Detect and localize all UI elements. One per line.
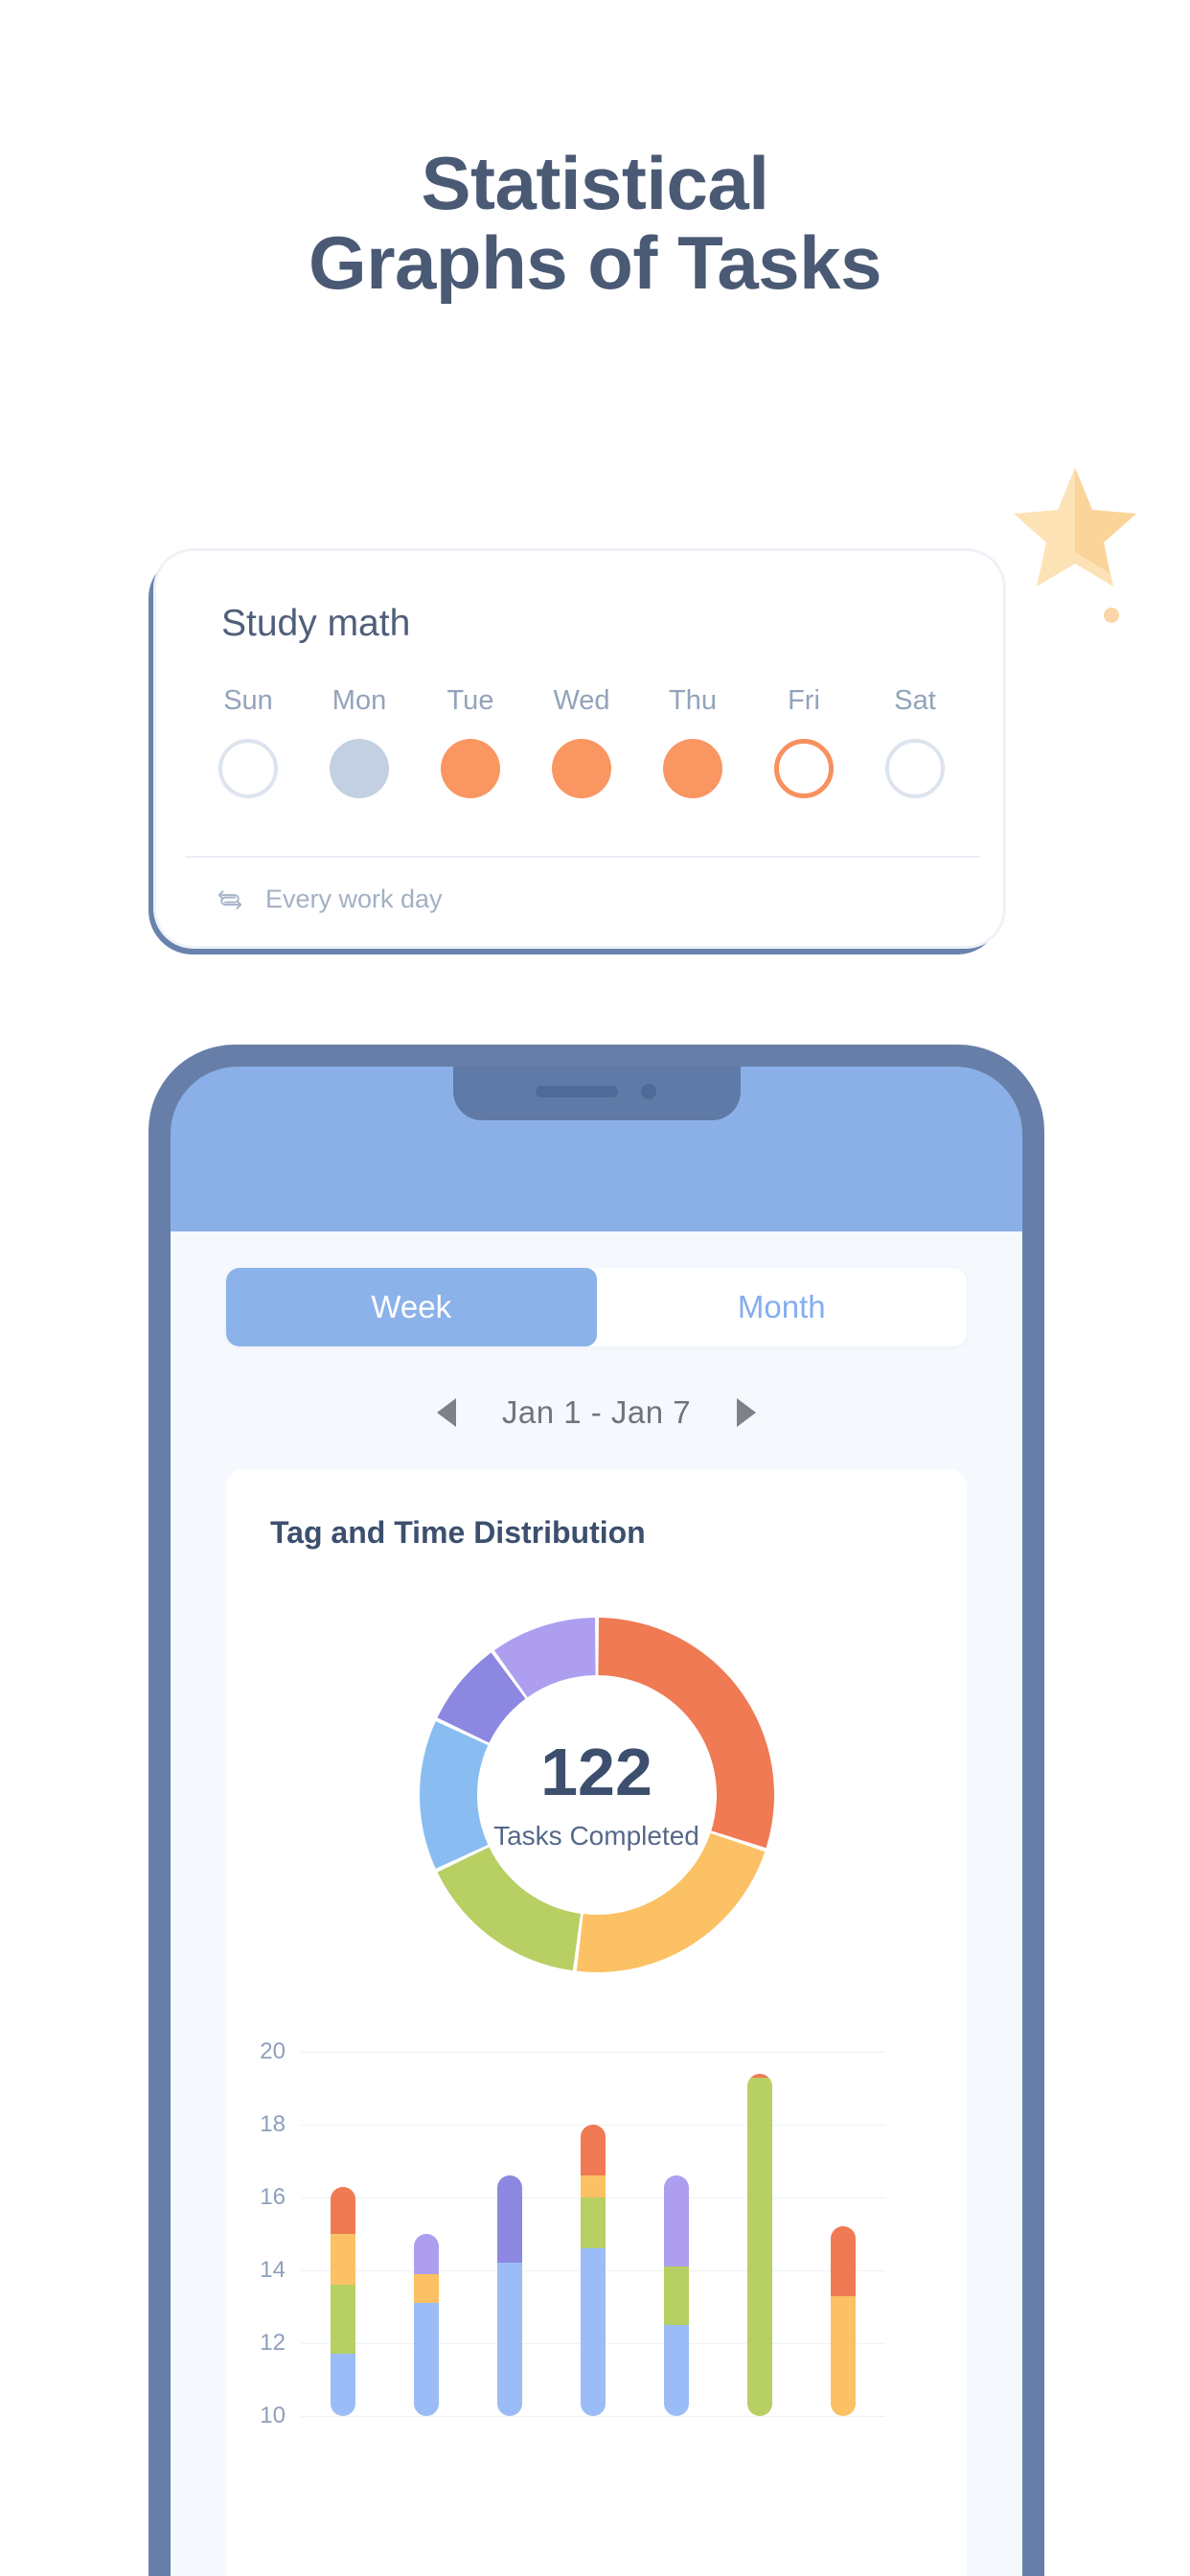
day-column[interactable]: Thu [643,685,743,798]
bar-segment [413,2273,439,2304]
day-column[interactable]: Mon [309,685,409,798]
tab-month[interactable]: Month [597,1268,968,1346]
donut-slice[interactable] [597,1618,774,1849]
app-store-screenshot: Statistical Graphs of Tasks Study math S… [0,0,1190,2576]
day-status-dot[interactable] [218,739,278,798]
day-status-dot[interactable] [885,739,945,798]
bar-segment [831,2226,857,2296]
bar-segment [581,2175,606,2198]
app-content: Week Month Jan 1 - Jan 7 Tag and Time Di… [171,1231,1022,2576]
bar-segment [330,2285,355,2355]
y-axis-tick: 12 [260,2330,286,2356]
star-decoration-icon [996,460,1140,594]
bar-segment [330,2234,355,2286]
day-label: Thu [669,685,717,716]
bar-column[interactable] [581,2125,606,2416]
tab-week[interactable]: Week [226,1268,597,1346]
y-axis-tick: 10 [260,2403,286,2428]
bar-column[interactable] [747,2073,773,2416]
donut-slice[interactable] [576,1832,765,1972]
caret-left-icon[interactable] [436,1398,456,1427]
day-status-dot[interactable] [663,739,722,798]
bar-column[interactable] [330,2186,355,2416]
donut-chart[interactable]: 122 Tasks Completed [396,1594,798,1996]
bar-segment [496,2263,522,2416]
bar-segment [330,2186,355,2235]
phone-notch [452,1067,741,1120]
y-axis-tick: 14 [260,2257,286,2283]
period-tabs: Week Month [226,1268,967,1346]
page-title: Statistical Graphs of Tasks [0,144,1190,302]
bar-segment [330,2354,355,2416]
task-card[interactable]: Study math Sun Mon Tue Wed Thu Fri Sat E… [153,548,1006,949]
day-label: Mon [332,685,387,716]
day-label: Wed [553,685,610,716]
bar-column[interactable] [413,2234,439,2416]
bar-segment [413,2234,439,2274]
donut-slice[interactable] [419,1721,488,1869]
day-status-dot[interactable] [330,739,389,798]
y-axis-tick: 16 [260,2184,286,2210]
bar-segment [581,2248,606,2416]
y-axis-tick: 20 [260,2038,286,2064]
day-column[interactable]: Tue [421,685,520,798]
gridline [301,2416,885,2417]
day-status-dot[interactable] [552,739,611,798]
day-column[interactable]: Sat [865,685,965,798]
dot-decoration-icon [1104,608,1119,623]
bar-segment [413,2303,439,2416]
day-column[interactable]: Sun [198,685,298,798]
date-range-label: Jan 1 - Jan 7 [501,1394,692,1430]
bar-column[interactable] [496,2175,522,2416]
bar-column[interactable] [831,2226,857,2416]
day-label: Sat [894,685,936,716]
gridline [301,2052,885,2053]
day-column[interactable]: Fri [754,685,854,798]
repeat-label: Every work day [265,885,443,913]
bar-segment [496,2175,522,2264]
day-column[interactable]: Wed [532,685,631,798]
weekday-tracker: Sun Mon Tue Wed Thu Fri Sat [198,685,965,798]
task-title: Study math [221,603,411,644]
bar-segment [831,2295,857,2416]
day-label: Fri [788,685,820,716]
day-status-dot[interactable] [774,739,834,798]
bar-column[interactable] [664,2175,690,2416]
day-label: Tue [446,685,494,716]
bar-segment [664,2324,690,2416]
y-axis-tick: 18 [260,2111,286,2137]
repeat-icon [216,886,244,914]
date-navigator: Jan 1 - Jan 7 [226,1375,967,1450]
speaker-icon [535,1086,618,1097]
bar-segment [747,2077,773,2416]
donut-slice[interactable] [436,1847,581,1971]
chart-title: Tag and Time Distribution [270,1515,646,1550]
stacked-bar-chart[interactable]: 10 12 14 16 18 20 [226,2035,967,2447]
bar-segment [581,2125,606,2176]
caret-right-icon[interactable] [737,1398,757,1427]
headline-line-2: Graphs of Tasks [309,219,881,305]
camera-icon [640,1084,656,1099]
bar-segment [581,2197,606,2249]
bar-segment [664,2266,690,2325]
day-label: Sun [223,685,273,716]
task-repeat-row[interactable]: Every work day [216,885,443,914]
phone-screen: Week Month Jan 1 - Jan 7 Tag and Time Di… [171,1067,1022,2576]
day-status-dot[interactable] [441,739,500,798]
bar-segment [664,2175,690,2267]
divider [185,856,980,858]
headline-line-1: Statistical [421,141,769,225]
chart-card: Tag and Time Distribution 122 Tasks Comp… [226,1469,967,2576]
